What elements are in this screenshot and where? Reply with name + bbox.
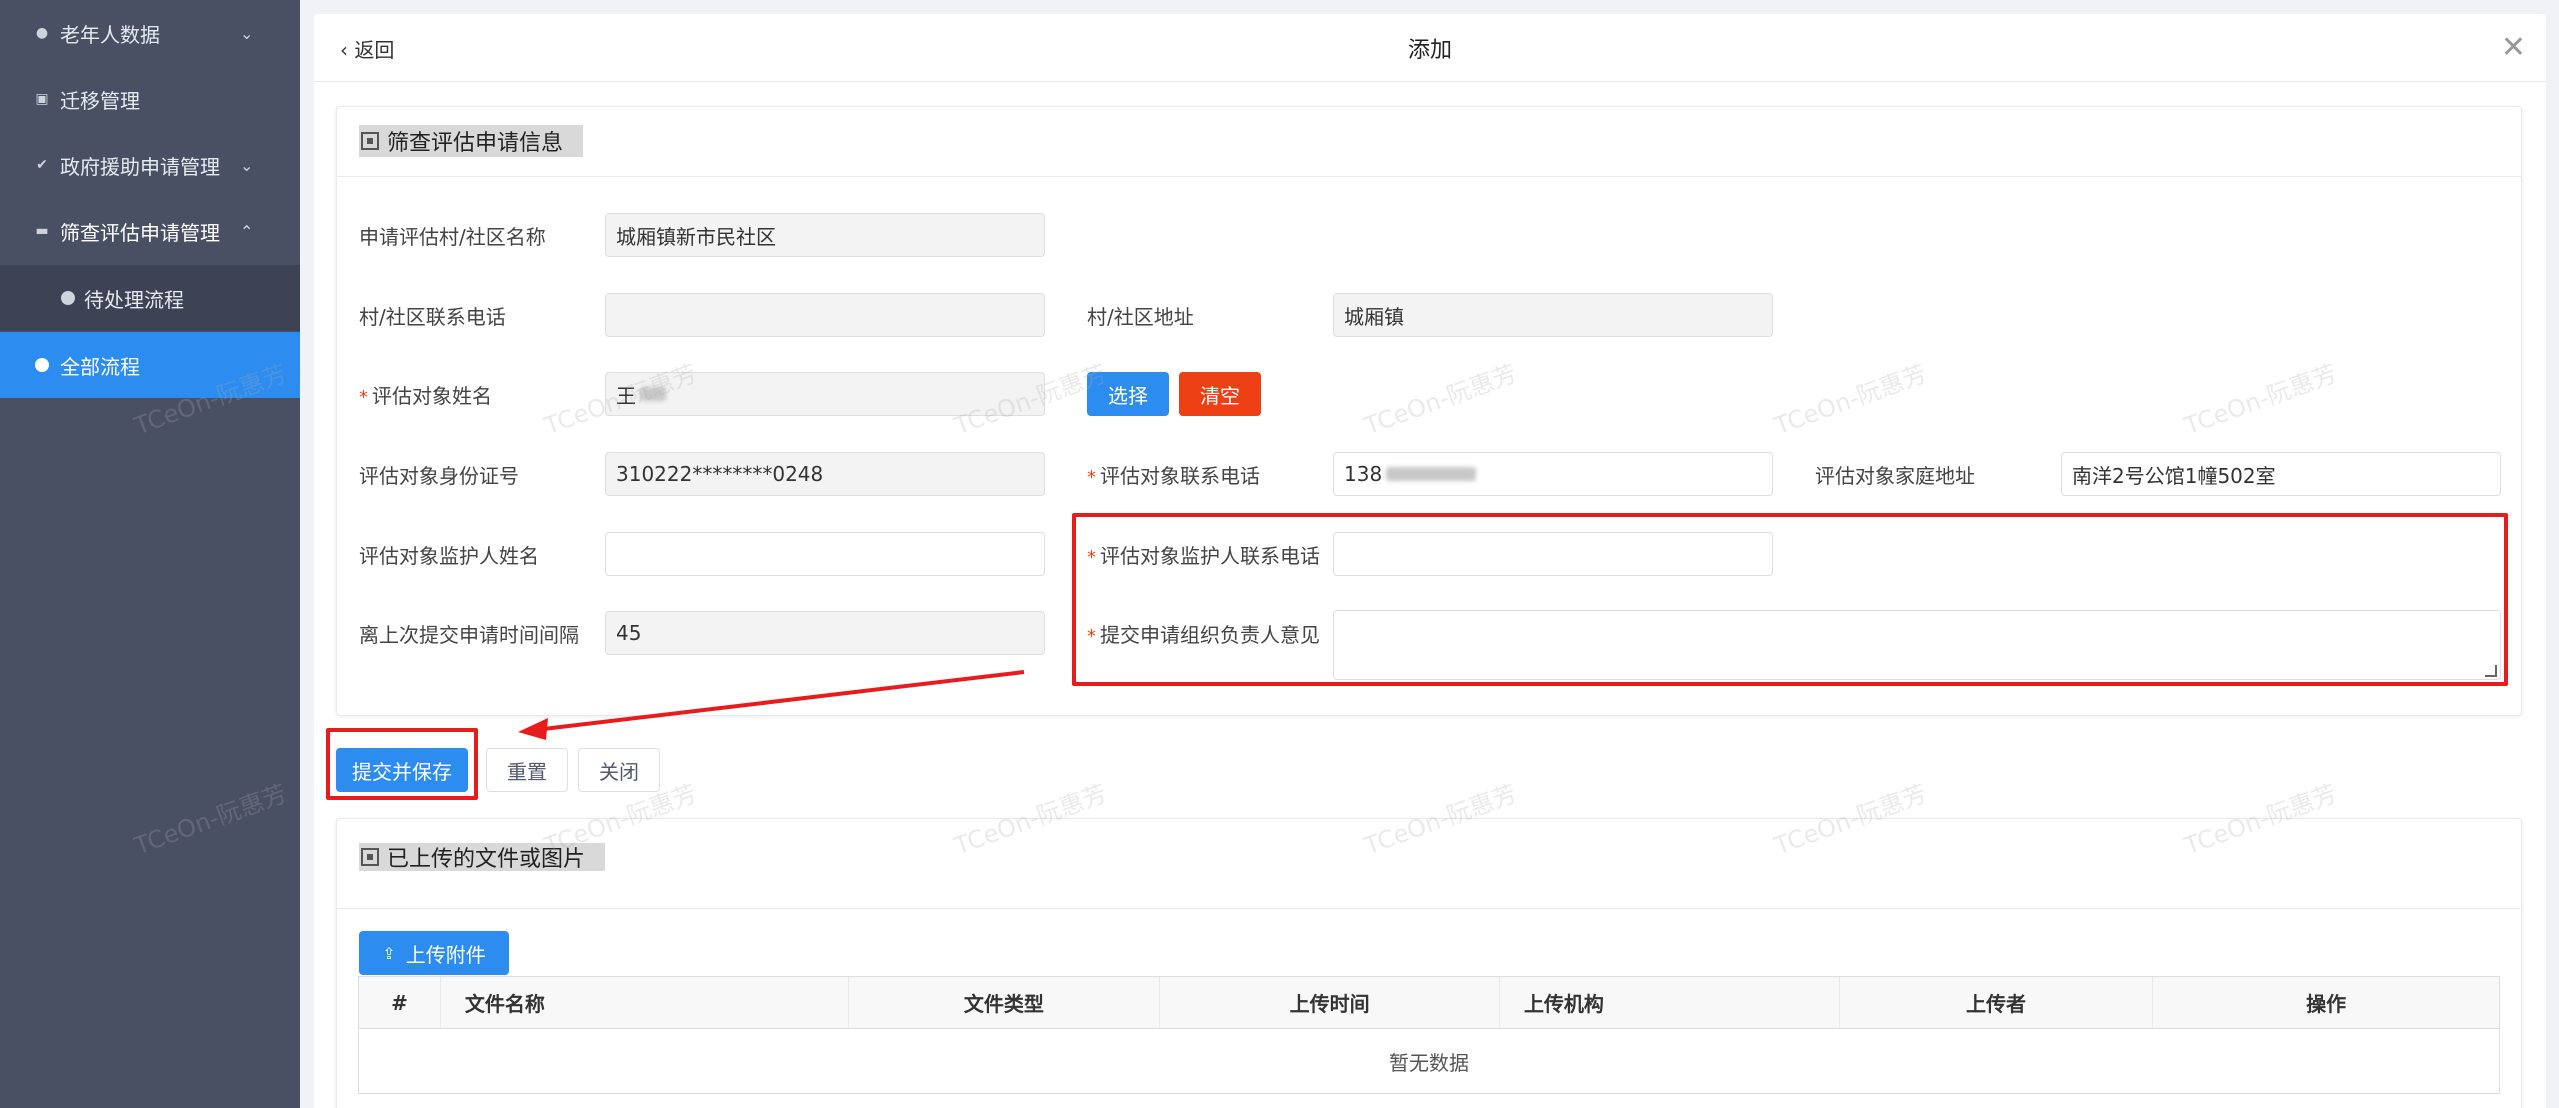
sidebar-item-label: 筛查评估申请管理 (60, 220, 220, 245)
section-title-text: 已上传的文件或图片 (387, 847, 586, 872)
sidebar-item-pending[interactable]: 待处理流程 (0, 265, 300, 331)
sidebar-item-gov-aid[interactable]: ✔ 政府援助申请管理 ⌄ (0, 132, 300, 198)
sidebar-item-label: 政府援助申请管理 (60, 154, 220, 179)
close-icon[interactable]: ✕ (2501, 30, 2526, 65)
sidebar-item-label: 迁移管理 (60, 88, 140, 113)
village-phone-label: 村/社区联系电话 (359, 305, 506, 329)
upload-attachment-button[interactable]: ⇪ 上传附件 (359, 931, 509, 975)
upload-button-label: 上传附件 (405, 942, 486, 967)
column-header: 上传者 (1840, 977, 2154, 1028)
reset-button[interactable]: 重置 (486, 748, 568, 792)
sidebar-item-label: 老年人数据 (60, 22, 160, 47)
id-number-field[interactable]: 310222********0248 (605, 452, 1045, 496)
village-address-label: 村/社区地址 (1087, 305, 1194, 329)
sidebar-item-screening[interactable]: ▬ 筛查评估申请管理 ⌃ (0, 198, 300, 264)
clear-button[interactable]: 清空 (1179, 372, 1261, 416)
section-title: 筛查评估申请信息 (359, 125, 584, 157)
files-table: # 文件名称 文件类型 上传时间 上传机构 上传者 操作 暂无数据 (358, 976, 2500, 1094)
panel-header: 已上传的文件或图片 (337, 819, 2521, 909)
cloud-upload-icon: ⇪ (382, 943, 396, 963)
subject-phone-field[interactable]: 138 (1333, 452, 1773, 496)
dot-icon (60, 290, 76, 306)
village-name-field[interactable]: 城厢镇新市民社区 (605, 213, 1045, 257)
village-address-field[interactable]: 城厢镇 (1333, 293, 1773, 337)
id-number-label: 评估对象身份证号 (359, 464, 519, 488)
home-address-field[interactable]: 南洋2号公馆1幢502室 (2061, 452, 2501, 496)
village-phone-field[interactable] (605, 293, 1045, 337)
column-header: 上传时间 (1160, 977, 1500, 1028)
chevron-down-icon: ⌄ (240, 155, 254, 175)
section-title: 已上传的文件或图片 (359, 843, 606, 872)
sidebar-item-elderly-data[interactable]: ● 老年人数据 ⌄ (0, 0, 300, 66)
empty-table-message: 暂无数据 (1389, 1050, 1469, 1075)
close-button[interactable]: 关闭 (578, 748, 660, 792)
chevron-up-icon: ⌃ (240, 221, 254, 241)
interval-field[interactable]: 45 (605, 611, 1045, 655)
film-icon (361, 132, 379, 150)
column-header: # (359, 977, 441, 1028)
highlight-box-submit (326, 728, 478, 800)
interval-label: 离上次提交申请时间间隔 (359, 623, 579, 647)
panel-header: 筛查评估申请信息 (337, 107, 2521, 177)
highlight-box-required-fields (1072, 513, 2508, 686)
modal-header: ‹ 返回 添加 ✕ (314, 14, 2546, 82)
column-header: 文件名称 (441, 977, 849, 1028)
column-header: 文件类型 (849, 977, 1161, 1028)
sidebar-item-all-flows[interactable]: 全部流程 (0, 332, 300, 398)
user-circle-icon: ● (35, 25, 49, 41)
sidebar-item-migration[interactable]: ▣ 迁移管理 (0, 66, 300, 132)
subject-phone-label: * 评估对象联系电话 (1087, 464, 1260, 488)
modal-title: 添加 (1407, 38, 1452, 63)
subject-name-field[interactable]: 王 (605, 372, 1045, 416)
subject-name-label: * 评估对象姓名 (359, 384, 492, 408)
check-circle-icon: ✔ (36, 157, 48, 173)
column-header: 操作 (2306, 992, 2347, 1016)
sidebar: ● 老年人数据 ⌄ ▣ 迁移管理 ✔ 政府援助申请管理 ⌄ ▬ 筛查评估申请管理… (0, 0, 300, 1108)
guardian-name-label: 评估对象监护人姓名 (359, 544, 539, 568)
sidebar-item-label: 全部流程 (60, 354, 140, 379)
village-name-label: 申请评估村/社区名称 (359, 225, 546, 249)
chevron-down-icon: ⌄ (240, 23, 254, 43)
select-button[interactable]: 选择 (1087, 372, 1169, 416)
chart-icon: ▣ (35, 91, 49, 107)
film-icon (361, 848, 379, 866)
section-title-text: 筛查评估申请信息 (387, 131, 564, 156)
guardian-name-field[interactable] (605, 532, 1045, 576)
card-icon: ▬ (35, 223, 49, 239)
dot-icon (34, 357, 50, 373)
home-address-label: 评估对象家庭地址 (1815, 464, 1975, 488)
sidebar-item-label: 待处理流程 (84, 287, 184, 312)
column-header: 上传机构 (1500, 977, 1840, 1028)
table-header: # 文件名称 文件类型 上传时间 上传机构 上传者 操作 (359, 977, 2499, 1029)
